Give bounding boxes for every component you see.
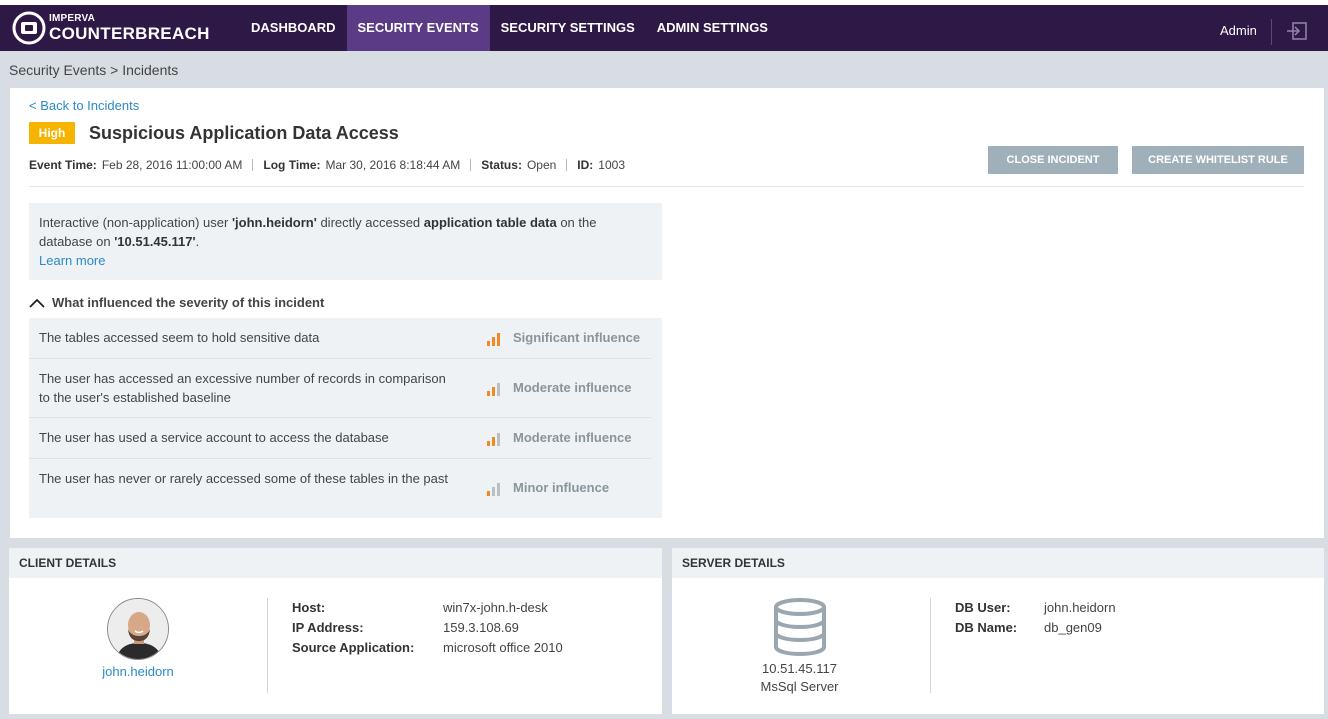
server-ip: 10.51.45.117: [762, 661, 837, 676]
ip-value: 159.3.108.69: [443, 620, 519, 635]
source-app-value: microsoft office 2010: [443, 640, 563, 655]
client-details-heading: CLIENT DETAILS: [9, 548, 662, 578]
imperva-logo-icon: [12, 11, 46, 45]
desc-text-2: directly accessed: [316, 215, 424, 230]
host-value: win7x-john.h-desk: [443, 600, 548, 615]
client-username-link[interactable]: john.heidorn: [69, 664, 207, 679]
factor-text: The user has never or rarely accessed so…: [39, 471, 448, 486]
severity-section-heading: What influenced the severity of this inc…: [52, 295, 325, 310]
signal-bars-icon: [487, 383, 500, 396]
desc-target: application table data: [423, 215, 557, 230]
meta-divider: [252, 159, 254, 171]
db-user-value: john.heidorn: [1044, 600, 1116, 615]
back-to-incidents-link[interactable]: < Back to Incidents: [29, 98, 139, 113]
log-time-value: Mar 30, 2016 8:18:44 AM: [325, 158, 461, 172]
factor-row: The tables accessed seem to hold sensiti…: [29, 318, 651, 359]
event-time-value: Feb 28, 2016 11:00:00 AM: [101, 158, 243, 172]
log-time-label: Log Time:: [263, 158, 321, 172]
severity-section-toggle[interactable]: What influenced the severity of this inc…: [29, 295, 324, 310]
brand-top: IMPERVA: [49, 13, 96, 24]
desc-ip: '10.51.45.117': [114, 234, 196, 249]
user-menu[interactable]: Admin: [1220, 5, 1257, 57]
vertical-divider: [930, 598, 931, 693]
influence-label: Moderate influence: [513, 430, 632, 445]
event-time-label: Event Time:: [29, 158, 97, 172]
meta-divider: [470, 159, 472, 171]
close-incident-button[interactable]: CLOSE INCIDENT: [988, 146, 1118, 174]
factor-text: The user has accessed an excessive numbe…: [39, 371, 446, 405]
database-icon: [774, 598, 826, 656]
meta-divider: [566, 159, 568, 171]
server-details-heading: SERVER DETAILS: [672, 548, 1324, 578]
status-label: Status:: [481, 158, 522, 172]
incident-card: < Back to Incidents High Suspicious Appl…: [10, 88, 1324, 538]
nav-admin-settings[interactable]: ADMIN SETTINGS: [646, 5, 779, 51]
logout-icon[interactable]: [1286, 21, 1308, 41]
server-details-panel: SERVER DETAILS 10.51.45.117 MsSql Server…: [672, 548, 1324, 714]
nav-divider: [1271, 19, 1272, 45]
learn-more-link[interactable]: Learn more: [39, 253, 105, 268]
create-whitelist-rule-button[interactable]: CREATE WHITELIST RULE: [1132, 146, 1304, 174]
signal-bars-icon: [487, 483, 500, 496]
vertical-divider: [267, 598, 268, 693]
divider: [29, 186, 1304, 187]
influence-label: Moderate influence: [513, 380, 632, 395]
ip-label: IP Address:: [292, 620, 364, 635]
desc-text-4: .: [195, 234, 200, 249]
nav-security-settings[interactable]: SECURITY SETTINGS: [490, 5, 646, 51]
severity-factors-list: The tables accessed seem to hold sensiti…: [29, 318, 662, 518]
incident-description: Interactive (non-application) user 'john…: [29, 203, 662, 280]
factor-row: The user has accessed an excessive numbe…: [29, 359, 651, 418]
brand-text: IMPERVA COUNTERBREACH: [49, 13, 210, 43]
breadcrumb: Security Events > Incidents: [9, 62, 179, 78]
main-nav: DASHBOARD SECURITY EVENTS SECURITY SETTI…: [240, 5, 779, 51]
db-user-label: DB User:: [955, 600, 1011, 615]
brand-bottom: COUNTERBREACH: [49, 24, 210, 43]
db-name-label: DB Name:: [955, 620, 1018, 635]
server-type: MsSql Server: [760, 679, 839, 694]
id-label: ID:: [577, 158, 594, 172]
factor-row: The user has used a service account to a…: [29, 418, 651, 459]
brand-logo[interactable]: IMPERVA COUNTERBREACH: [12, 11, 210, 45]
avatar: [107, 598, 169, 660]
factor-text: The tables accessed seem to hold sensiti…: [39, 330, 320, 345]
incident-title: Suspicious Application Data Access: [89, 123, 399, 143]
factor-row: The user has never or rarely accessed so…: [29, 459, 651, 518]
id-value: 1003: [598, 158, 625, 172]
signal-bars-icon: [487, 433, 500, 446]
nav-security-events[interactable]: SECURITY EVENTS: [346, 5, 490, 51]
chevron-up-icon: [29, 298, 45, 308]
desc-user: 'john.heidorn': [231, 215, 317, 230]
influence-label: Significant influence: [513, 330, 641, 345]
top-navigation-bar: IMPERVA COUNTERBREACH DASHBOARD SECURITY…: [0, 5, 1328, 51]
factor-text: The user has used a service account to a…: [39, 430, 389, 445]
influence-label: Minor influence: [513, 480, 610, 495]
signal-bars-icon: [487, 333, 500, 346]
host-label: Host:: [292, 600, 326, 615]
db-name-value: db_gen09: [1044, 620, 1102, 635]
client-details-panel: CLIENT DETAILS john.heidorn Host: win7x-…: [9, 548, 662, 714]
source-app-label: Source Application:: [292, 640, 415, 655]
status-value: Open: [526, 158, 557, 172]
severity-badge: High: [29, 122, 75, 144]
user-avatar-icon: [108, 599, 168, 659]
nav-dashboard[interactable]: DASHBOARD: [240, 5, 347, 51]
incident-meta: Event Time: Feb 28, 2016 11:00:00 AM Log…: [29, 158, 625, 172]
desc-text-1: Interactive (non-application) user: [39, 215, 232, 230]
